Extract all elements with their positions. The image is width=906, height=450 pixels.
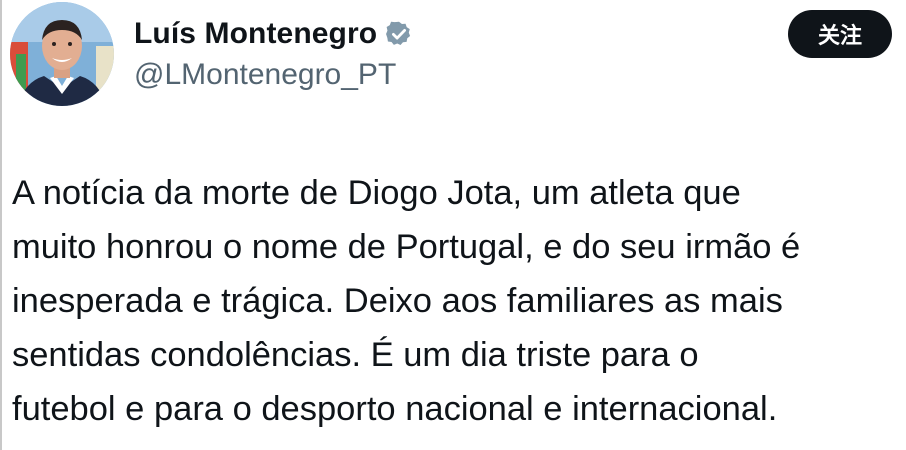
tweet-line: muito honrou o nome de Portugal, e do se…	[12, 228, 801, 266]
verified-badge-icon	[386, 21, 411, 45]
author-name-row[interactable]: Luís Montenegro	[134, 14, 413, 54]
tweet-line: inesperada e trágica. Deixo aos familiar…	[12, 282, 783, 320]
author-display-name[interactable]: Luís Montenegro	[134, 17, 377, 51]
follow-button[interactable]: 关注	[788, 10, 892, 58]
left-border	[0, 0, 2, 450]
tweet-text: A notícia da morte de Diogo Jota, um atl…	[12, 166, 902, 436]
author-handle[interactable]: @LMontenegro_PT	[134, 58, 396, 92]
tweet-line: A notícia da morte de Diogo Jota, um atl…	[12, 174, 741, 212]
avatar[interactable]	[10, 2, 114, 106]
avatar-photo	[10, 2, 114, 106]
tweet-line: sentidas condolências. É um dia triste p…	[12, 336, 699, 374]
tweet-line: futebol e para o desporto nacional e int…	[12, 390, 778, 428]
